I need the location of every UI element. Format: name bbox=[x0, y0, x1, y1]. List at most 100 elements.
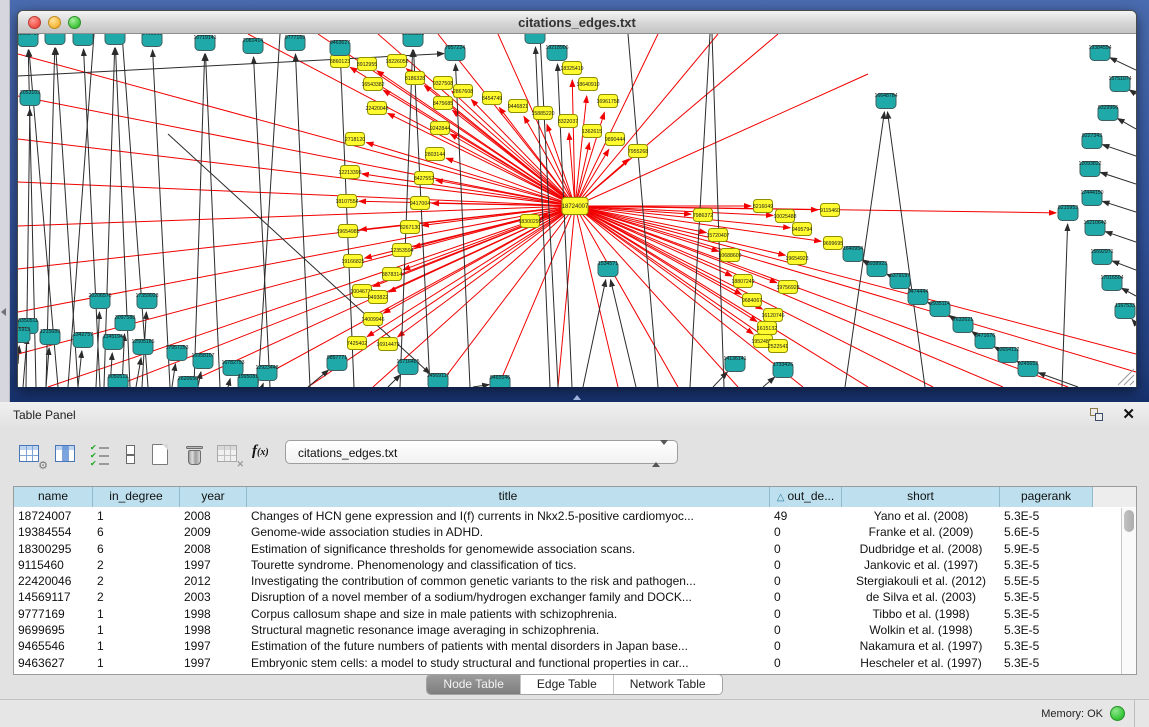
left-panel-strip[interactable] bbox=[0, 0, 10, 402]
table-row[interactable]: 946362711997Embryonic stem cells: a mode… bbox=[14, 655, 1121, 671]
graph-node[interactable] bbox=[105, 34, 125, 45]
table-row[interactable]: 2242004622012Investigating the contribut… bbox=[14, 573, 1121, 589]
table-row[interactable]: 1938455462009Genome-wide association stu… bbox=[14, 524, 1121, 540]
table-cell[interactable]: Yano et al. (2008) bbox=[842, 508, 1000, 524]
table-cell[interactable]: 14569117 bbox=[14, 589, 93, 605]
table-cell[interactable]: Estimation of significance thresholds fo… bbox=[247, 541, 770, 557]
column-header-year[interactable]: year bbox=[180, 487, 247, 507]
tab-edge-table[interactable]: Edge Table bbox=[520, 675, 613, 694]
row-stack-icon[interactable] bbox=[118, 442, 144, 468]
table-cell[interactable]: 5.3E-5 bbox=[1000, 655, 1093, 671]
table-cell[interactable]: 9463627 bbox=[14, 655, 93, 671]
table-cell[interactable]: Dudbridge et al. (2008) bbox=[842, 541, 1000, 557]
window-resize-grip[interactable] bbox=[1124, 375, 1134, 385]
table-cell[interactable]: 5.3E-5 bbox=[1000, 606, 1093, 622]
table-cell[interactable]: Changes of HCN gene expression and I(f) … bbox=[247, 508, 770, 524]
table-cell[interactable]: 5.5E-5 bbox=[1000, 573, 1093, 589]
table-cell[interactable]: 2 bbox=[93, 557, 180, 573]
table-cell[interactable]: 5.6E-5 bbox=[1000, 524, 1093, 540]
table-cell[interactable]: 1 bbox=[93, 606, 180, 622]
table-cell[interactable]: 0 bbox=[770, 638, 842, 654]
table-cell[interactable]: 2003 bbox=[180, 589, 247, 605]
table-cell[interactable]: Structural magnetic resonance image aver… bbox=[247, 622, 770, 638]
table-cell[interactable]: 5.3E-5 bbox=[1000, 638, 1093, 654]
tab-network-table[interactable]: Network Table bbox=[613, 675, 722, 694]
table-mode-gear-icon[interactable]: ⚙ bbox=[18, 442, 44, 468]
table-cell[interactable]: 18300295 bbox=[14, 541, 93, 557]
table-cell[interactable]: Hescheler et al. (1997) bbox=[842, 655, 1000, 671]
table-cell[interactable]: Corpus callosum shape and size in male p… bbox=[247, 606, 770, 622]
delete-trash-icon[interactable] bbox=[182, 442, 208, 468]
table-cell[interactable]: 5.3E-5 bbox=[1000, 589, 1093, 605]
table-cell[interactable]: 0 bbox=[770, 573, 842, 589]
table-select-combo[interactable]: citations_edges.txt bbox=[285, 440, 678, 464]
table-cell[interactable]: 0 bbox=[770, 524, 842, 540]
tab-node-table[interactable]: Node Table bbox=[427, 675, 520, 694]
table-cell[interactable]: 9115460 bbox=[14, 557, 93, 573]
table-cell[interactable]: Tourette syndrome. Phenomenology and cla… bbox=[247, 557, 770, 573]
new-document-icon[interactable] bbox=[148, 442, 174, 468]
table-cell[interactable]: 2008 bbox=[180, 508, 247, 524]
column-header-name[interactable]: name bbox=[14, 487, 93, 507]
table-cell[interactable]: Jankovic et al. (1997) bbox=[842, 557, 1000, 573]
divider-collapse-arrow-icon[interactable] bbox=[573, 395, 581, 400]
table-cell[interactable]: 0 bbox=[770, 557, 842, 573]
table-cell[interactable]: 1997 bbox=[180, 557, 247, 573]
column-header-short[interactable]: short bbox=[842, 487, 1000, 507]
table-cell[interactable]: Investigating the contribution of common… bbox=[247, 573, 770, 589]
table-cell[interactable]: 9465546 bbox=[14, 638, 93, 654]
table-cell[interactable]: 9699695 bbox=[14, 622, 93, 638]
table-row[interactable]: 911546021997Tourette syndrome. Phenomeno… bbox=[14, 557, 1121, 573]
table-cell[interactable]: 0 bbox=[770, 589, 842, 605]
table-row[interactable]: 1872400712008Changes of HCN gene express… bbox=[14, 508, 1121, 524]
table-cell[interactable]: Tibbo et al. (1998) bbox=[842, 606, 1000, 622]
table-cell[interactable]: 6 bbox=[93, 524, 180, 540]
column-header-title[interactable]: title bbox=[247, 487, 770, 507]
table-cell[interactable]: 19384554 bbox=[14, 524, 93, 540]
table-row[interactable]: 977716911998Corpus callosum shape and si… bbox=[14, 606, 1121, 622]
table-cell[interactable]: 9777169 bbox=[14, 606, 93, 622]
float-panel-icon[interactable] bbox=[1090, 408, 1105, 422]
table-cell[interactable]: 5.3E-5 bbox=[1000, 508, 1093, 524]
scrollbar-thumb[interactable] bbox=[1124, 510, 1134, 532]
table-cell[interactable]: 5.9E-5 bbox=[1000, 541, 1093, 557]
table-row[interactable]: 1830029562008Estimation of significance … bbox=[14, 541, 1121, 557]
table-cell[interactable]: Wolkin et al. (1998) bbox=[842, 622, 1000, 638]
table-cell[interactable]: 2 bbox=[93, 589, 180, 605]
table-cell[interactable]: 2008 bbox=[180, 541, 247, 557]
table-cell[interactable]: 1 bbox=[93, 638, 180, 654]
table-cell[interactable]: 18724007 bbox=[14, 508, 93, 524]
table-row[interactable]: 1456911722003Disruption of a novel membe… bbox=[14, 589, 1121, 605]
close-panel-icon[interactable]: ✕ bbox=[1122, 405, 1135, 423]
table-cell[interactable]: 0 bbox=[770, 622, 842, 638]
graph-node[interactable] bbox=[45, 34, 65, 45]
table-cell[interactable]: Disruption of a novel member of a sodium… bbox=[247, 589, 770, 605]
table-cell[interactable]: 2012 bbox=[180, 573, 247, 589]
column-header-pagerank[interactable]: pagerank bbox=[1000, 487, 1093, 507]
window-resize-grip[interactable] bbox=[1130, 381, 1134, 385]
table-cell[interactable]: Embryonic stem cells: a model to study s… bbox=[247, 655, 770, 671]
column-header-out-de-[interactable]: △out_de... bbox=[770, 487, 842, 507]
table-cell[interactable]: 6 bbox=[93, 541, 180, 557]
table-cell[interactable]: 0 bbox=[770, 655, 842, 671]
table-cell[interactable]: Estimation of the future numbers of pati… bbox=[247, 638, 770, 654]
table-cell[interactable]: Franke et al. (2009) bbox=[842, 524, 1000, 540]
table-cell[interactable]: 5.3E-5 bbox=[1000, 622, 1093, 638]
table-cell[interactable]: de Silva et al. (2003) bbox=[842, 589, 1000, 605]
table-row[interactable]: 946554611997Estimation of the future num… bbox=[14, 638, 1121, 654]
select-rows-checks-icon[interactable]: ✔ ✔ ✔ bbox=[88, 442, 114, 468]
table-cell[interactable]: 1 bbox=[93, 508, 180, 524]
table-cell[interactable]: 22420046 bbox=[14, 573, 93, 589]
table-cell[interactable]: 1997 bbox=[180, 638, 247, 654]
window-titlebar[interactable]: citations_edges.txt bbox=[18, 11, 1136, 34]
table-row[interactable]: 969969511998Structural magnetic resonanc… bbox=[14, 622, 1121, 638]
show-columns-icon[interactable] bbox=[54, 442, 80, 468]
function-builder-fx-icon[interactable]: f(x) bbox=[252, 443, 269, 460]
table-cell[interactable]: 1 bbox=[93, 622, 180, 638]
table-cell[interactable]: 2 bbox=[93, 573, 180, 589]
table-cell[interactable]: 2009 bbox=[180, 524, 247, 540]
table-cell[interactable]: 0 bbox=[770, 541, 842, 557]
table-cell[interactable]: 1998 bbox=[180, 606, 247, 622]
table-cell[interactable]: Nakamura et al. (1997) bbox=[842, 638, 1000, 654]
column-header-in-degree[interactable]: in_degree bbox=[93, 487, 180, 507]
